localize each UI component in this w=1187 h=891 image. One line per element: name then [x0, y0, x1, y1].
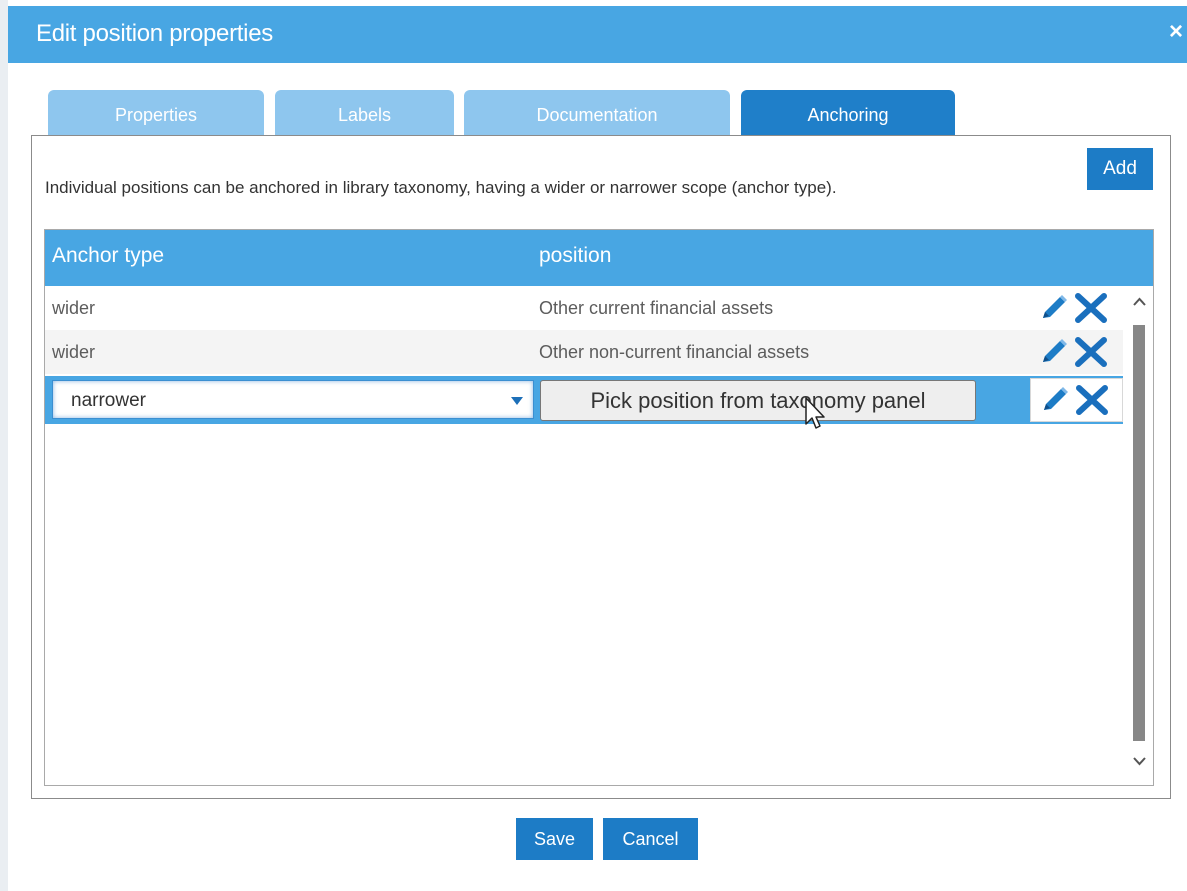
- tab-labels[interactable]: Labels: [275, 90, 454, 136]
- pick-position-button[interactable]: Pick position from taxonomy panel: [540, 380, 976, 421]
- add-button[interactable]: Add: [1087, 148, 1153, 190]
- anchor-type-cell: wider: [52, 298, 96, 318]
- position-cell: Other current financial assets: [539, 298, 774, 318]
- anchoring-description: Individual positions can be anchored in …: [45, 178, 837, 197]
- row-actions: [1030, 378, 1123, 422]
- anchor-type-select-value: narrower: [71, 390, 146, 411]
- anchor-grid: Anchor type position wider Other current…: [44, 229, 1154, 786]
- anchor-type-cell: wider: [52, 342, 96, 362]
- dialog-titlebar: Edit position properties ×: [8, 6, 1187, 63]
- tab-anchoring[interactable]: Anchoring: [741, 90, 955, 136]
- position-cell: Other non-current financial assets: [539, 342, 810, 362]
- table-row[interactable]: wider Other current financial assets: [45, 286, 1123, 330]
- row-actions: [1030, 286, 1123, 330]
- close-icon[interactable]: [1074, 337, 1108, 367]
- close-icon[interactable]: ×: [1169, 17, 1187, 47]
- pencil-icon[interactable]: [1036, 293, 1070, 323]
- table-row[interactable]: wider Other non-current financial assets: [45, 330, 1123, 374]
- tab-properties[interactable]: Properties: [48, 90, 264, 136]
- pencil-icon[interactable]: [1036, 337, 1070, 367]
- dialog-title: Edit position properties: [36, 20, 273, 47]
- chevron-down-icon[interactable]: [1126, 751, 1153, 771]
- close-icon[interactable]: [1075, 385, 1109, 415]
- grid-header: Anchor type position: [45, 230, 1153, 286]
- save-button[interactable]: Save: [516, 818, 593, 860]
- chevron-up-icon[interactable]: [1126, 292, 1153, 312]
- scrollbar-thumb[interactable]: [1133, 325, 1145, 741]
- pencil-icon[interactable]: [1037, 385, 1071, 415]
- edit-row: narrower Pick position from taxonomy pan…: [45, 376, 1123, 424]
- grid-scrollbar[interactable]: [1126, 286, 1153, 785]
- chevron-down-icon[interactable]: [511, 397, 523, 405]
- column-header-position[interactable]: position: [539, 244, 611, 268]
- row-actions: [1030, 330, 1123, 374]
- tab-documentation[interactable]: Documentation: [464, 90, 730, 136]
- cancel-button[interactable]: Cancel: [603, 818, 698, 860]
- close-icon[interactable]: [1074, 293, 1108, 323]
- anchor-type-select[interactable]: narrower: [52, 380, 534, 419]
- column-header-anchor-type[interactable]: Anchor type: [52, 244, 164, 268]
